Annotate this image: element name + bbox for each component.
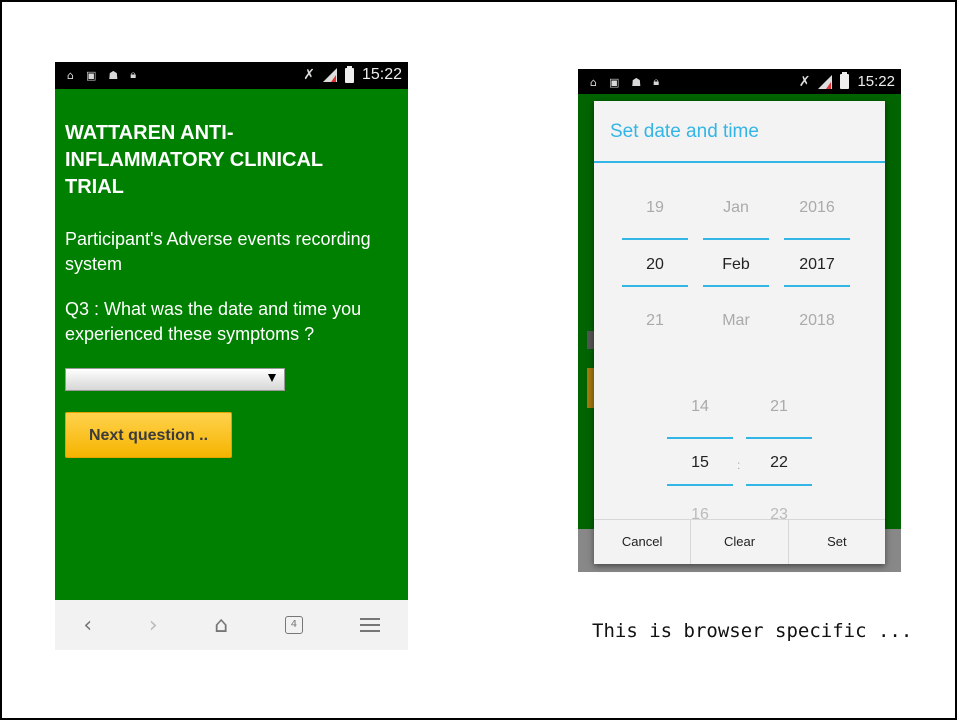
tabs-icon[interactable]: 4 (284, 616, 303, 634)
hour-rule-top (667, 437, 733, 439)
year-next[interactable]: 2018 (784, 312, 850, 330)
minute-rule-top (746, 437, 812, 439)
status-bar: ⌂ ▣ ☗ 🔒︎ ✗ 15:22 (55, 62, 408, 89)
day-prev[interactable]: 19 (622, 199, 688, 217)
year-prev[interactable]: 2016 (784, 199, 850, 217)
dialog-button-bar: Cancel Clear Set (594, 519, 885, 564)
year-current[interactable]: 2017 (784, 256, 850, 274)
set-button[interactable]: Set (789, 520, 885, 564)
month-current[interactable]: Feb (703, 256, 769, 274)
signal-icon (818, 74, 833, 89)
month-next[interactable]: Mar (703, 312, 769, 330)
time-separator: : (737, 458, 741, 472)
left-phone-screen: ⌂ ▣ ☗ 🔒︎ ✗ 15:22 WATTAREN ANTI-INFLAMMAT… (55, 62, 408, 650)
caption-text: This is browser specific ... (592, 620, 913, 642)
browser-nav-bar: ‹ › ⌂ 4 (55, 600, 408, 650)
mute-icon: ✗ (303, 67, 315, 83)
dropdown-caret-icon (268, 374, 276, 382)
dialog-title: Set date and time (610, 121, 759, 142)
status-time: 15:22 (361, 66, 402, 83)
home-icon[interactable]: ⌂ (214, 613, 228, 638)
status-time: 15:22 (857, 73, 895, 90)
month-rule-bottom (703, 285, 769, 287)
android-icon: ☗ (631, 75, 642, 89)
clear-button[interactable]: Clear (691, 520, 789, 564)
day-next[interactable]: 21 (622, 312, 688, 330)
mute-icon: ✗ (798, 73, 811, 90)
photo-icon: ▣ (608, 75, 620, 89)
cancel-button[interactable]: Cancel (594, 520, 692, 564)
page-title: WATTAREN ANTI-INFLAMMATORY CLINICAL TRIA… (65, 122, 323, 198)
voicemail-icon: ⌂ (67, 68, 74, 82)
dialog-title-divider (594, 161, 885, 163)
minute-current[interactable]: 22 (746, 454, 812, 472)
day-rule-top (622, 238, 688, 240)
date-time-select[interactable] (65, 368, 285, 391)
page-subtitle: Participant's Adverse events recording s… (65, 229, 371, 274)
menu-icon[interactable] (359, 618, 380, 632)
minute-rule-bottom (746, 484, 812, 486)
month-rule-top (703, 238, 769, 240)
hour-rule-bottom (667, 484, 733, 486)
day-rule-bottom (622, 285, 688, 287)
signal-icon (322, 68, 337, 82)
android-icon: ☗ (108, 68, 119, 82)
back-icon[interactable]: ‹ (83, 613, 92, 638)
forward-icon[interactable]: › (149, 613, 158, 638)
lock-icon: 🔒︎ (653, 75, 660, 88)
lock-icon: 🔒︎ (130, 68, 137, 81)
status-bar-right: ⌂ ▣ ☗ 🔒︎ ✗ 15:22 (578, 69, 901, 94)
photo-icon: ▣ (85, 68, 97, 82)
battery-icon (344, 65, 354, 83)
hour-prev[interactable]: 14 (667, 398, 733, 416)
battery-icon (840, 72, 850, 89)
date-time-dialog: Set date and time 19 20 21 Jan Feb Mar 2… (594, 101, 885, 564)
question-text: Q3 : What was the date and time you expe… (65, 299, 362, 344)
hour-current[interactable]: 15 (667, 454, 733, 472)
month-prev[interactable]: Jan (703, 199, 769, 217)
minute-prev[interactable]: 21 (746, 398, 812, 416)
voicemail-icon: ⌂ (590, 75, 597, 89)
next-question-button[interactable]: Next question .. (65, 412, 232, 458)
year-rule-top (784, 238, 850, 240)
year-rule-bottom (784, 285, 850, 287)
day-current[interactable]: 20 (622, 256, 688, 274)
